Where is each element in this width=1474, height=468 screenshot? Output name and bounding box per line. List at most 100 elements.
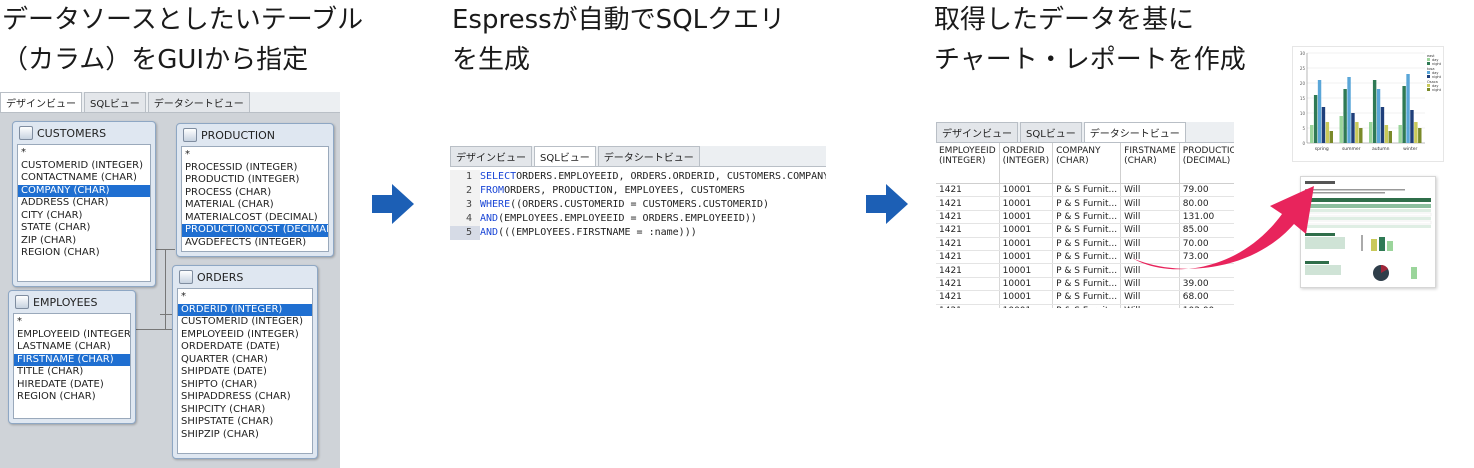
table-cell: 1421 — [936, 250, 1000, 265]
table-row[interactable]: 142110001P & S Furnit...Will102.00 — [936, 304, 1234, 308]
sql-keyword: WHERE — [480, 199, 511, 210]
field-item[interactable]: TITLE (CHAR) — [14, 366, 130, 379]
sql-keyword: AND — [480, 213, 499, 224]
field-item[interactable]: ORDERID (INTEGER) — [178, 303, 312, 316]
bar — [1321, 107, 1326, 143]
field-item[interactable]: CONTACTNAME (CHAR) — [18, 172, 150, 185]
table-cell: Will — [1120, 304, 1180, 308]
tab-sheet[interactable]: データシートビュー — [597, 146, 700, 166]
tab-sql[interactable]: SQLビュー — [84, 92, 146, 112]
line-number: 5 — [450, 226, 480, 240]
bar — [1343, 89, 1347, 143]
legend-swatch — [1427, 71, 1430, 74]
bar — [1372, 80, 1377, 143]
tab-sql[interactable]: SQLビュー — [534, 146, 596, 166]
arrow-right-icon — [372, 184, 414, 224]
table-cell: P & S Furnit... — [1052, 304, 1122, 308]
step3-heading: 取得したデータを基に チャート・レポートを作成 — [934, 0, 1246, 80]
table-cell: 1421 — [936, 210, 1000, 225]
table-cell: 102.00 — [1179, 304, 1234, 308]
field-item[interactable]: EMPLOYEEID (INTEGER) — [14, 329, 130, 342]
field-item[interactable]: REGION (CHAR) — [18, 247, 150, 260]
field-item[interactable]: SHIPDATE (DATE) — [178, 366, 312, 379]
bar — [1402, 86, 1406, 143]
table-cell: 10001 — [999, 304, 1054, 308]
tab-sheet[interactable]: データシートビュー — [147, 92, 250, 112]
field-item[interactable]: PRODUCTIONCOST (DECIMAL) — [182, 224, 328, 237]
sql-keyword: SELECT — [480, 171, 517, 182]
column-header[interactable]: EMPLOYEEID (INTEGER) — [936, 143, 1000, 184]
step3-line2: チャート・レポートを作成 — [934, 45, 1246, 75]
tab-design[interactable]: デザインビュー — [936, 122, 1018, 142]
bar — [1384, 125, 1389, 143]
field-item[interactable]: SHIPTO (CHAR) — [178, 379, 312, 392]
field-item[interactable]: SHIPZIP (CHAR) — [178, 429, 312, 442]
join-line — [165, 249, 166, 329]
column-type: (DECIMAL) — [1182, 156, 1231, 166]
field-item[interactable]: * — [182, 149, 328, 162]
code-line: 5 AND (((EMPLOYEES.FIRSTNAME = :name))) — [450, 226, 826, 240]
field-item[interactable]: * — [18, 147, 150, 160]
field-item[interactable]: FIRSTNAME (CHAR) — [14, 353, 130, 366]
column-header[interactable]: PRODUCTIO (DECIMAL) — [1179, 143, 1234, 184]
field-item[interactable]: MATERIAL (CHAR) — [182, 199, 328, 212]
table-cell: 68.00 — [1179, 290, 1234, 305]
field-item[interactable]: ADDRESS (CHAR) — [18, 197, 150, 210]
field-item[interactable]: * — [178, 291, 312, 304]
bar — [1347, 77, 1351, 143]
field-item[interactable]: * — [14, 316, 130, 329]
y-tick-label: 15 — [1300, 96, 1306, 101]
column-header[interactable]: COMPANY (CHAR) — [1052, 143, 1122, 184]
field-item[interactable]: ORDERDATE (DATE) — [178, 341, 312, 354]
bar — [1410, 110, 1414, 143]
field-item[interactable]: STATE (CHAR) — [18, 222, 150, 235]
step1-heading: データソースとしたいテーブル （カラム）をGUIから指定 — [2, 0, 363, 80]
field-item[interactable]: ZIP (CHAR) — [18, 235, 150, 248]
field-item[interactable]: CUSTOMERID (INTEGER) — [18, 160, 150, 173]
bar — [1369, 122, 1373, 143]
step2-line2: を生成 — [452, 45, 531, 75]
x-tick-label: spring — [1315, 146, 1329, 152]
field-item[interactable]: COMPANY (CHAR) — [18, 184, 150, 197]
field-item[interactable]: SHIPCITY (CHAR) — [178, 404, 312, 417]
x-tick-label: autumn — [1372, 146, 1390, 152]
customers-table[interactable]: CUSTOMERS * CUSTOMERID (INTEGER) CONTACTNA… — [12, 121, 156, 287]
table-title: PRODUCTION — [201, 128, 275, 142]
field-item[interactable]: HIREDATE (DATE) — [14, 379, 130, 392]
table-cell: 1421 — [936, 304, 1000, 308]
field-item[interactable]: SHIPADDRESS (CHAR) — [178, 391, 312, 404]
employees-table[interactable]: EMPLOYEES * EMPLOYEEID (INTEGER) LASTNAME … — [8, 290, 136, 424]
field-item[interactable]: QUARTER (CHAR) — [178, 354, 312, 367]
tab-design[interactable]: デザインビュー — [0, 92, 82, 112]
table-row[interactable]: 1421 10001 P & S Furnit... Will 68.00 — [936, 290, 1234, 305]
design-tabbar: デザインビュー SQLビュー データシートビュー — [0, 92, 340, 113]
field-item[interactable]: PRODUCTID (INTEGER) — [182, 174, 328, 187]
field-item[interactable]: REGION (CHAR) — [14, 391, 130, 404]
field-item[interactable]: LASTNAME (CHAR) — [14, 341, 130, 354]
table-cell: 1421 — [936, 183, 1000, 198]
column-type: (CHAR) — [1124, 156, 1157, 166]
tab-sql[interactable]: SQLビュー — [1020, 122, 1082, 142]
curved-arrow-icon — [1132, 186, 1314, 270]
table-cell: 1421 — [936, 196, 1000, 211]
field-item[interactable]: PROCESS (CHAR) — [182, 187, 328, 200]
column-header[interactable]: ORDERID (INTEGER) — [999, 143, 1054, 184]
table-cell: 10001 — [999, 210, 1054, 225]
sql-text: (((EMPLOYEES.FIRSTNAME = :name))) — [498, 227, 697, 238]
field-item[interactable]: CUSTOMERID (INTEGER) — [178, 316, 312, 329]
legend-swatch — [1427, 58, 1430, 61]
column-header[interactable]: FIRSTNAME (CHAR) — [1120, 143, 1180, 184]
field-item[interactable]: CITY (CHAR) — [18, 210, 150, 223]
production-table[interactable]: PRODUCTION * PROCESSID (INTEGER) PRODUCTID… — [176, 123, 334, 257]
field-item[interactable]: PROCESSID (INTEGER) — [182, 162, 328, 175]
field-item[interactable]: SHIPSTATE (CHAR) — [178, 416, 312, 429]
tab-design[interactable]: デザインビュー — [450, 146, 532, 166]
field-item[interactable]: AVGDEFECTS (INTEGER) — [182, 237, 328, 250]
sql-editor[interactable]: 1 SELECT ORDERS.EMPLOYEEID, ORDERS.ORDERI… — [450, 170, 826, 240]
orders-table[interactable]: ORDERS * ORDERID (INTEGER) CUSTOMERID (INT… — [172, 265, 318, 459]
tab-sheet[interactable]: データシートビュー — [1083, 122, 1186, 142]
field-item[interactable]: EMPLOYEEID (INTEGER) — [178, 329, 312, 342]
field-item[interactable]: MATERIALCOST (DECIMAL) — [182, 212, 328, 225]
legend-swatch — [1427, 75, 1430, 78]
code-line: 1 SELECT ORDERS.EMPLOYEEID, ORDERS.ORDERI… — [450, 170, 826, 184]
